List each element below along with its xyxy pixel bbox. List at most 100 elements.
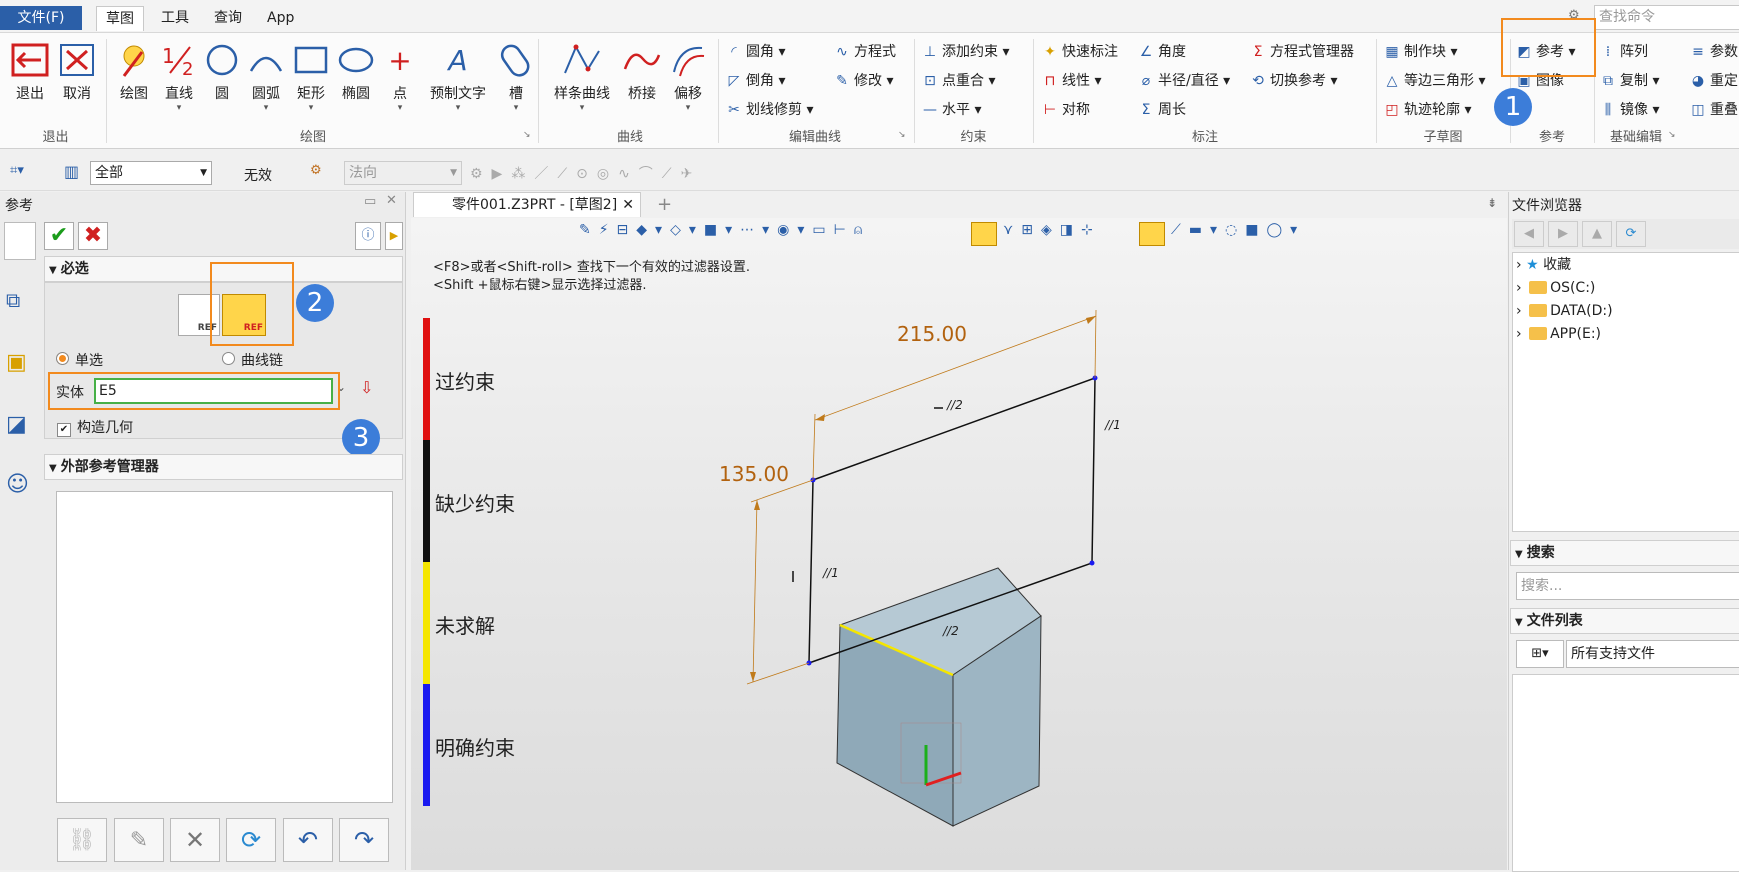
quick-dimension-button[interactable]: ✦ 快速标注 bbox=[1042, 41, 1118, 63]
delete-icon[interactable]: ✕ bbox=[170, 818, 220, 862]
spline-button[interactable]: 样条曲线 ▾ bbox=[552, 39, 612, 113]
sketch-ref-tab-icon[interactable] bbox=[4, 222, 36, 260]
file-list[interactable] bbox=[1512, 674, 1739, 872]
refresh-icon[interactable]: ⟳ bbox=[226, 818, 276, 862]
draw-button[interactable]: 绘图 bbox=[112, 39, 156, 103]
back-icon[interactable]: ◀ bbox=[1514, 221, 1544, 247]
user-icon[interactable]: ☺ bbox=[6, 472, 29, 497]
exit-button[interactable]: 退出 bbox=[8, 39, 52, 103]
tab-app[interactable]: App bbox=[258, 6, 303, 30]
tab-sketch[interactable]: 草图 bbox=[96, 6, 144, 31]
tab-query[interactable]: 查询 bbox=[205, 6, 251, 30]
preview-icon[interactable]: ▶ bbox=[385, 222, 403, 250]
cancel-button[interactable]: 取消 bbox=[55, 39, 99, 103]
tab-tools[interactable]: 工具 bbox=[152, 6, 198, 30]
document-tab[interactable]: 零件001.Z3PRT - [草图2] ✕ bbox=[413, 192, 641, 217]
symmetric-button[interactable]: ⊢ 对称 bbox=[1042, 99, 1090, 121]
pin-icon[interactable]: ▭ bbox=[364, 194, 376, 209]
new-tab-icon[interactable]: + bbox=[657, 194, 672, 215]
shape-filter-icon[interactable]: ⚙ bbox=[310, 163, 322, 178]
info-icon[interactable]: ⓘ bbox=[355, 222, 381, 250]
chevron-down-icon[interactable]: ▾ bbox=[378, 103, 422, 113]
bridge-button[interactable]: 桥接 bbox=[620, 39, 664, 103]
equation-button[interactable]: ∿ 方程式 bbox=[834, 41, 896, 63]
view-icon[interactable]: ◪ bbox=[6, 412, 27, 437]
radius-button[interactable]: ⌀ 半径/直径 ▾ bbox=[1138, 70, 1230, 92]
close-icon[interactable]: ✕ bbox=[386, 193, 397, 208]
search-section[interactable]: ▼ 搜索 bbox=[1510, 540, 1739, 566]
linear-button[interactable]: ⊓ 线性 ▾ bbox=[1042, 70, 1102, 92]
dimension-width[interactable]: 215.00 bbox=[897, 322, 967, 346]
triangle-button[interactable]: △ 等边三角形 ▾ bbox=[1384, 70, 1486, 92]
pick-icon[interactable]: ⇩ bbox=[360, 378, 373, 397]
chamfer-button[interactable]: ◸ 倒角 ▾ bbox=[726, 70, 786, 92]
parameter-button[interactable]: ≡ 参数 bbox=[1690, 41, 1738, 63]
normal-select[interactable]: 法向 ▼ bbox=[344, 161, 462, 185]
add-constraint-button[interactable]: ⊥ 添加约束 ▾ bbox=[922, 41, 1010, 63]
perimeter-button[interactable]: Σ 周长 bbox=[1138, 99, 1186, 121]
chevron-down-icon[interactable]: ▾ bbox=[289, 103, 333, 113]
copy-button[interactable]: ⧉ 复制 ▾ bbox=[1600, 70, 1659, 92]
overlap-button[interactable]: ◫ 重叠 bbox=[1690, 99, 1738, 121]
relocate-button[interactable]: ◕ 重定 bbox=[1690, 70, 1738, 92]
trim-button[interactable]: ✂ 划线修剪 ▾ bbox=[726, 99, 813, 121]
coincident-button[interactable]: ⊡ 点重合 ▾ bbox=[922, 70, 995, 92]
single-select-radio[interactable]: 单选 bbox=[56, 350, 103, 370]
offset-button[interactable]: 偏移 ▾ bbox=[666, 39, 710, 113]
dimension-height[interactable]: 135.00 bbox=[719, 462, 789, 486]
refresh-icon[interactable]: ⟳ bbox=[1616, 221, 1646, 247]
toggle-reference-button[interactable]: ⟲ 切换参考 ▾ bbox=[1250, 70, 1337, 92]
view-mode-icon[interactable]: ⊞▾ bbox=[1516, 640, 1564, 668]
file-menu[interactable]: 文件(F) bbox=[0, 6, 82, 30]
array-button[interactable]: ⁞ 阵列 bbox=[1600, 41, 1648, 63]
tree-item-favorites[interactable]: › ★ 收藏 bbox=[1516, 254, 1571, 276]
cancel-icon[interactable]: ✖ bbox=[78, 222, 108, 250]
circle-button[interactable]: 圆 bbox=[200, 39, 244, 103]
external-ref-section[interactable]: ▼ 外部参考管理器 bbox=[44, 454, 403, 480]
rectangle-button[interactable]: 矩形 ▾ bbox=[289, 39, 333, 113]
tab-menu-icon[interactable]: ⇟ bbox=[1487, 196, 1497, 210]
line-button[interactable]: 12 直线 ▾ bbox=[157, 39, 201, 113]
horizontal-button[interactable]: — 水平 ▾ bbox=[922, 99, 981, 121]
curve-chain-radio[interactable]: 曲线链 bbox=[222, 350, 283, 370]
undo-icon[interactable]: ↶ bbox=[283, 818, 333, 862]
slot-button[interactable]: 槽 ▾ bbox=[494, 39, 538, 113]
construct-geometry-checkbox[interactable]: ✔ 构造几何 bbox=[57, 417, 133, 437]
track-profile-button[interactable]: ◰ 轨迹轮廓 ▾ bbox=[1384, 99, 1471, 121]
tree-item-d[interactable]: › DATA(D:) bbox=[1516, 300, 1613, 322]
filter-select[interactable]: 全部 ▼ bbox=[90, 161, 212, 185]
select-filter-icon[interactable]: ⌗▾ bbox=[10, 163, 24, 178]
chevron-down-icon[interactable]: ▾ bbox=[552, 103, 612, 113]
tree-item-c[interactable]: › OS(C:) bbox=[1516, 277, 1595, 299]
fillet-button[interactable]: ◜ 圆角 ▾ bbox=[726, 41, 785, 63]
chevron-down-icon[interactable]: ▾ bbox=[244, 103, 288, 113]
chevron-down-icon[interactable]: ▾ bbox=[157, 103, 201, 113]
tree-icon[interactable]: ⧉ bbox=[6, 288, 20, 312]
close-tab-icon[interactable]: ✕ bbox=[622, 193, 634, 218]
equation-manager-button[interactable]: Σ 方程式管理器 bbox=[1250, 41, 1354, 63]
file-type-select[interactable]: 所有支持文件 bbox=[1566, 640, 1739, 668]
preset-text-button[interactable]: A 预制文字 ▾ bbox=[428, 39, 488, 114]
external-ref-list[interactable] bbox=[56, 491, 393, 803]
mirror-button[interactable]: ⫼ 镜像 ▾ bbox=[1600, 99, 1660, 121]
sketch-canvas[interactable]: ✎⚡⊟◆▾◇▾■▾⋯▾◉▾▭⊢⍝ ⋎⊞◈◨⊹ ⟋▬▾◌■◯▾ <F8>或者<Sh… bbox=[411, 218, 1507, 870]
expand-icon[interactable]: ↘ bbox=[523, 130, 531, 140]
point-button[interactable]: + 点 ▾ bbox=[378, 39, 422, 114]
invalid-label[interactable]: 无效 bbox=[244, 165, 272, 185]
arc-button[interactable]: 圆弧 ▾ bbox=[244, 39, 288, 113]
filter-icon[interactable]: ▥ bbox=[64, 162, 79, 181]
file-list-section[interactable]: ▼ 文件列表 bbox=[1510, 608, 1739, 634]
command-search-input[interactable]: 查找命令 bbox=[1594, 5, 1739, 30]
chevron-down-icon[interactable]: ▾ bbox=[428, 103, 488, 113]
forward-icon[interactable]: ▶ bbox=[1548, 221, 1578, 247]
up-icon[interactable]: ▲ bbox=[1582, 221, 1612, 247]
tree-item-e[interactable]: › APP(E:) bbox=[1516, 323, 1601, 345]
link-icon[interactable]: ⛓ bbox=[57, 818, 107, 862]
edit-icon[interactable]: ✎ bbox=[114, 818, 164, 862]
expand-icon[interactable]: ↘ bbox=[1668, 130, 1676, 140]
expand-icon[interactable]: ↘ bbox=[898, 130, 906, 140]
ellipse-button[interactable]: 椭圆 bbox=[334, 39, 378, 103]
chevron-down-icon[interactable]: ▾ bbox=[494, 103, 538, 113]
make-block-button[interactable]: ▦ 制作块 ▾ bbox=[1384, 41, 1457, 63]
angle-button[interactable]: ∠ 角度 bbox=[1138, 41, 1186, 63]
